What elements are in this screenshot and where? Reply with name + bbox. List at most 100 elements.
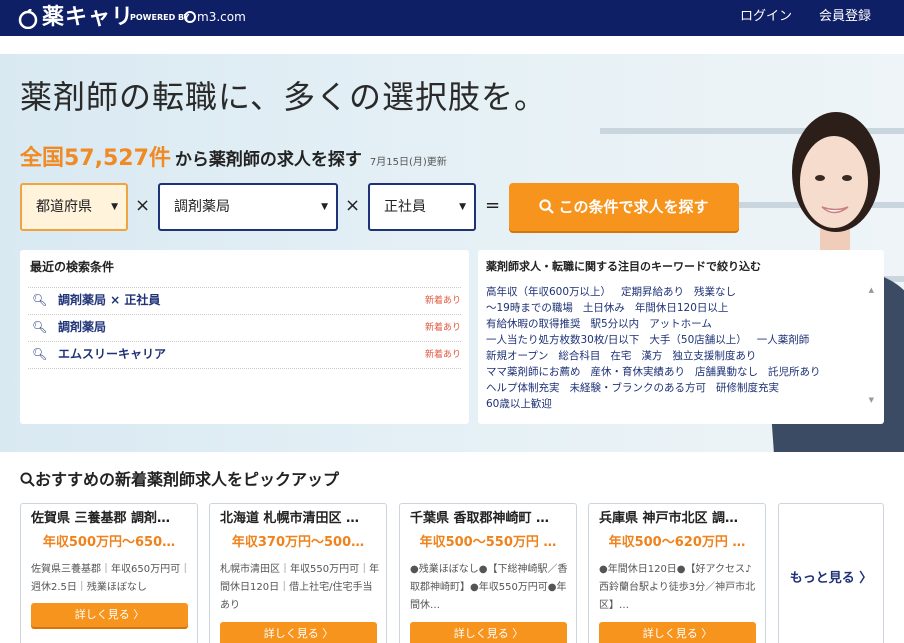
search-jobs-button-label: この条件で求人を探す bbox=[558, 198, 709, 216]
keyword-link[interactable]: アットホーム bbox=[649, 318, 712, 330]
keyword-link[interactable]: 駅5分以内 bbox=[591, 318, 640, 330]
recent-search-item[interactable]: 🔍︎ 調剤薬局 × 正社員 新着あり bbox=[28, 287, 461, 313]
new-badge: 新着あり bbox=[424, 296, 461, 306]
chevron-right-icon: 〉 bbox=[859, 571, 873, 586]
dropdown-arrow-icon: ▼ bbox=[459, 202, 466, 212]
recent-searches-panel: 最近の検索条件 🔍︎ 調剤薬局 × 正社員 新着あり 🔍︎ 調剤薬局 新着あり … bbox=[20, 250, 469, 424]
keyword-link[interactable]: ～19時までの職場 bbox=[486, 302, 573, 314]
facility-type-select-value: 調剤薬局 bbox=[174, 199, 230, 215]
job-location: 北海道 札幌市清田区 … bbox=[220, 511, 360, 526]
keyword-link[interactable]: 未経験・ブランクのある方可 bbox=[570, 382, 707, 394]
job-salary: 年収500～620万円 … bbox=[608, 535, 746, 550]
job-details-label: 詳しく見る bbox=[453, 627, 509, 640]
keyword-link[interactable]: 定期昇給あり bbox=[621, 286, 684, 298]
partner-name: m3.com bbox=[197, 10, 246, 24]
keyword-row: 一人当たり処方枚数30枚/日以下 大手（50店舗以上） 一人薬剤師 bbox=[486, 332, 864, 348]
job-details-label: 詳しく見る bbox=[642, 627, 698, 640]
keyword-link[interactable]: 一人薬剤師 bbox=[757, 334, 810, 346]
dropdown-arrow-icon: ▼ bbox=[111, 202, 118, 212]
top-navbar: 薬キャリ POWERED BY m3.com ログイン 会員登録 bbox=[0, 0, 904, 36]
job-card[interactable]: 千葉県 香取郡神崎町 … 年収500～550万円 … ●残業ほぼなし●【下総神崎… bbox=[399, 503, 577, 643]
keyword-link[interactable]: 託児所あり bbox=[768, 366, 821, 378]
keyword-link[interactable]: 漢方 bbox=[641, 350, 662, 362]
recent-search-label: エムスリーキャリア bbox=[58, 347, 167, 361]
job-description: 佐賀県三養基郡｜年収650万円可｜週休2.5日｜残業ほぼなし bbox=[31, 564, 191, 593]
keyword-link[interactable]: 在宅 bbox=[610, 350, 631, 362]
keyword-link[interactable]: 研修制度充実 bbox=[716, 382, 779, 394]
search-jobs-button[interactable]: この条件で求人を探す bbox=[509, 183, 739, 231]
dropdown-arrow-icon: ▼ bbox=[321, 202, 328, 212]
register-link[interactable]: 会員登録 bbox=[819, 9, 871, 25]
keyword-link[interactable]: ママ薬剤師にお薦め bbox=[486, 366, 581, 378]
pickup-title-text: おすすめの新着薬剤師求人をピックアップ bbox=[35, 470, 340, 489]
search-icon: 🔍︎ bbox=[32, 320, 48, 334]
keyword-row: 60歳以上歓迎 bbox=[486, 396, 864, 412]
job-location: 兵庫県 神戸市北区 調… bbox=[599, 511, 739, 526]
keyword-link[interactable]: ヘルプ体制充実 bbox=[486, 382, 560, 394]
keyword-row: 高年収（年収600万以上） 定期昇給あり 残業なし bbox=[486, 284, 864, 300]
updated-date: 7月15日(月)更新 bbox=[369, 157, 447, 168]
search-icon bbox=[20, 472, 35, 487]
scroll-up-icon[interactable]: ▲ bbox=[869, 286, 874, 294]
new-badge: 新着あり bbox=[424, 323, 461, 333]
keyword-link[interactable]: 残業なし bbox=[694, 286, 736, 298]
search-icon bbox=[539, 199, 555, 214]
keyword-link[interactable]: 年間休日120日以上 bbox=[635, 302, 729, 314]
login-link[interactable]: ログイン bbox=[740, 9, 792, 25]
divider bbox=[28, 368, 461, 369]
keyword-link[interactable]: 土日休み bbox=[583, 302, 625, 314]
times-operator: × bbox=[135, 195, 151, 216]
prefecture-select[interactable]: 都道府県 ▼ bbox=[20, 183, 128, 231]
job-details-button[interactable]: 詳しく見る 〉 bbox=[410, 622, 567, 643]
job-salary: 年収370万円～500… bbox=[231, 535, 365, 550]
job-location: 千葉県 香取郡神崎町 … bbox=[410, 511, 550, 526]
job-count-suffix: から薬剤師の求人を探す bbox=[174, 150, 362, 170]
keywords-title: 薬剤師求人・転職に関する注目のキーワードで絞り込む bbox=[486, 260, 761, 273]
employment-type-select[interactable]: 正社員 ▼ bbox=[368, 183, 476, 231]
keyword-row: ～19時までの職場 土日休み 年間休日120日以上 bbox=[486, 300, 864, 316]
keyword-link[interactable]: 店舗異動なし bbox=[695, 366, 758, 378]
job-count: 全国57,527件 bbox=[20, 146, 171, 171]
job-salary: 年収500万円～650… bbox=[42, 535, 176, 550]
facility-type-select[interactable]: 調剤薬局 ▼ bbox=[158, 183, 338, 231]
keyword-link[interactable]: 大手（50店舗以上） bbox=[649, 334, 746, 346]
recent-search-item[interactable]: 🔍︎ 調剤薬局 新着あり bbox=[28, 314, 461, 340]
job-description: 札幌市清田区｜年収550万円可｜年間休日120日｜借上社宅/住宅手当あり bbox=[220, 564, 380, 611]
keyword-row: ヘルプ体制充実 未経験・ブランクのある方可 研修制度充実 bbox=[486, 380, 864, 396]
search-icon: 🔍︎ bbox=[32, 293, 48, 307]
job-salary: 年収500～550万円 … bbox=[419, 535, 557, 550]
keyword-link[interactable]: 高年収（年収600万以上） bbox=[486, 286, 611, 298]
new-badge: 新着あり bbox=[424, 350, 461, 360]
search-icon: 🔍︎ bbox=[32, 347, 48, 361]
see-more-button[interactable]: もっと見る 〉 bbox=[778, 503, 884, 643]
chevron-right-icon: 〉 bbox=[701, 627, 713, 640]
job-details-button[interactable]: 詳しく見る 〉 bbox=[220, 622, 377, 643]
job-details-button[interactable]: 詳しく見る 〉 bbox=[599, 622, 756, 643]
scroll-down-icon[interactable]: ▼ bbox=[869, 396, 874, 404]
keyword-link[interactable]: 有給休暇の取得推奨 bbox=[486, 318, 581, 330]
keyword-link[interactable]: 新規オープン bbox=[486, 350, 548, 362]
keyword-link[interactable]: 総合科目 bbox=[558, 350, 600, 362]
keyword-link[interactable]: 一人当たり処方枚数30枚/日以下 bbox=[486, 334, 639, 346]
m3-ring-icon bbox=[184, 11, 196, 23]
keyword-list: 高年収（年収600万以上） 定期昇給あり 残業なし ～19時までの職場 土日休み 年間休日… bbox=[486, 284, 864, 412]
hero-title: 薬剤師の転職に、多くの選択肢を。 bbox=[20, 78, 548, 116]
recent-search-item[interactable]: 🔍︎ エムスリーキャリア 新着あり bbox=[28, 341, 461, 367]
logo-leaf-icon bbox=[18, 9, 38, 29]
job-location: 佐賀県 三養基郡 調剤… bbox=[31, 511, 171, 526]
times-operator: × bbox=[345, 195, 361, 216]
job-details-button[interactable]: 詳しく見る 〉 bbox=[31, 603, 188, 627]
equals-operator: = bbox=[485, 195, 501, 216]
job-card[interactable]: 佐賀県 三養基郡 調剤… 年収500万円～650… 佐賀県三養基郡｜年収650万… bbox=[20, 503, 198, 643]
job-card[interactable]: 北海道 札幌市清田区 … 年収370万円～500… 札幌市清田区｜年収550万円… bbox=[209, 503, 387, 643]
prefecture-select-value: 都道府県 bbox=[36, 199, 92, 215]
job-card[interactable]: 兵庫県 神戸市北区 調… 年収500～620万円 … ●年間休日120日●【好ア… bbox=[588, 503, 766, 643]
pickup-section-title: おすすめの新着薬剤師求人をピックアップ bbox=[20, 470, 339, 490]
chevron-right-icon: 〉 bbox=[512, 627, 524, 640]
logo[interactable]: 薬キャリ bbox=[42, 5, 134, 31]
recent-searches-title: 最近の検索条件 bbox=[30, 260, 115, 274]
keyword-link[interactable]: 独立支援制度あり bbox=[672, 350, 756, 362]
keyword-link[interactable]: 産休・育休実績あり bbox=[591, 366, 686, 378]
recent-search-label: 調剤薬局 × 正社員 bbox=[58, 293, 161, 307]
keyword-link[interactable]: 60歳以上歓迎 bbox=[486, 398, 552, 410]
